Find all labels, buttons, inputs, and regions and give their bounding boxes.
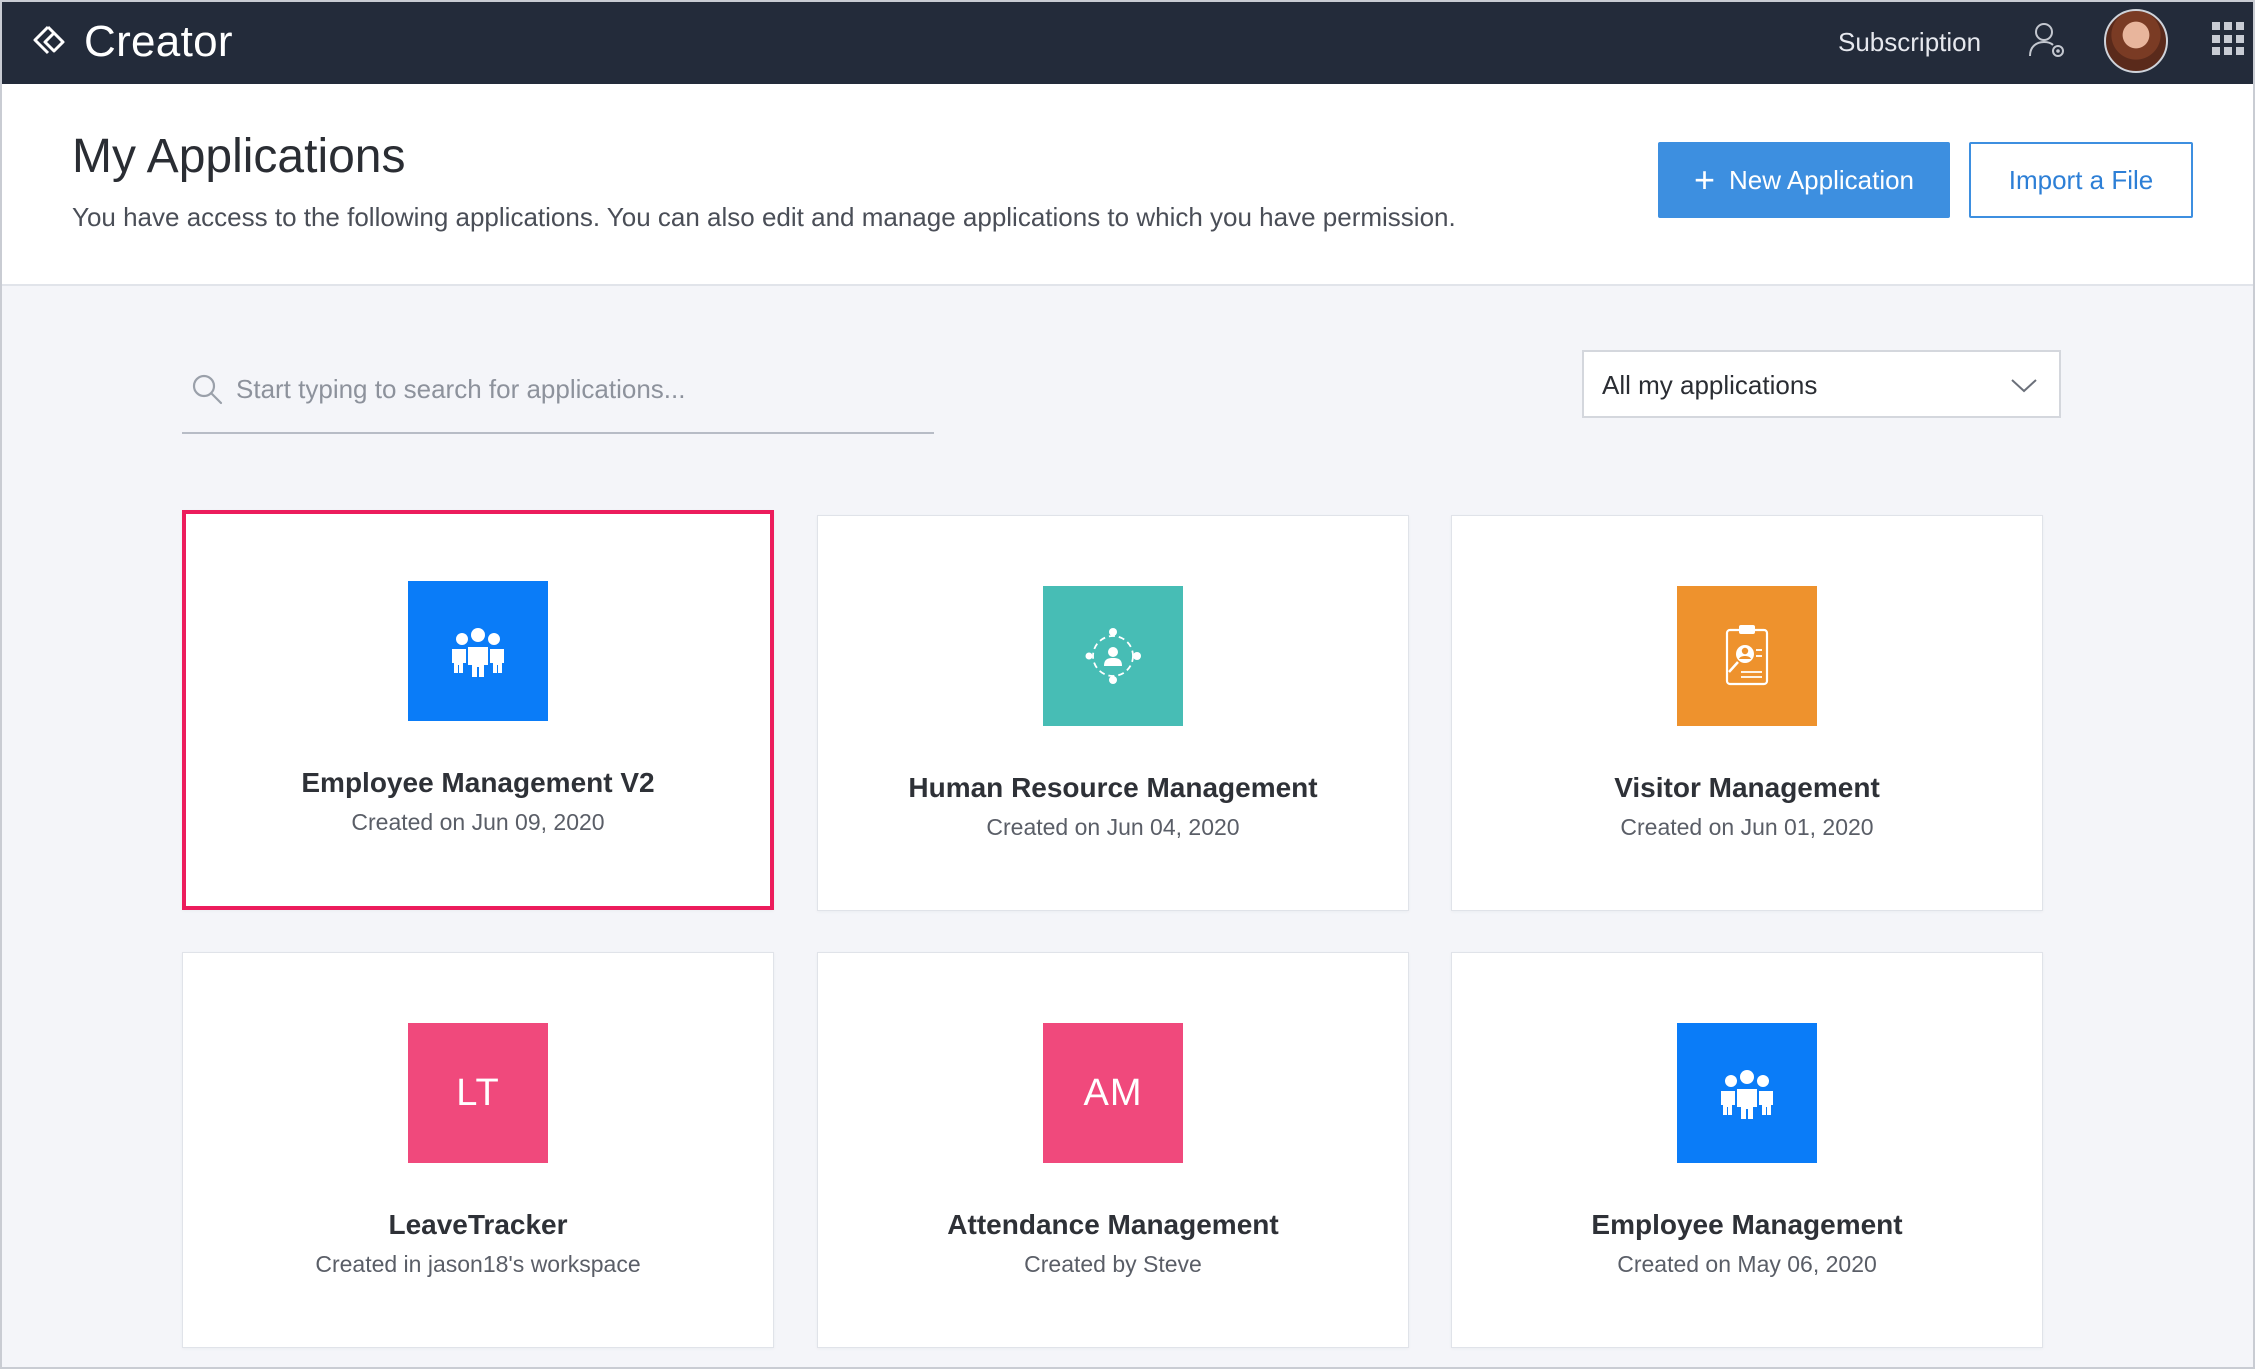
creator-logo-icon — [33, 25, 65, 55]
page-description: You have access to the following applica… — [72, 202, 1456, 232]
subscription-link[interactable]: Subscription — [1838, 22, 1981, 62]
hr-network-icon — [1085, 628, 1141, 684]
app-tile — [1677, 1023, 1817, 1163]
app-card-human-resource-management[interactable]: Human Resource Management Created on Jun… — [817, 515, 1409, 911]
brand-name: Creator — [84, 17, 233, 66]
people-group-icon — [452, 628, 504, 677]
app-name: Attendance Management — [947, 1209, 1279, 1240]
new-application-label: New Application — [1729, 164, 1915, 195]
search-input[interactable] — [236, 364, 916, 414]
app-tile: LT — [408, 1023, 548, 1163]
user-settings-icon[interactable] — [2026, 18, 2070, 62]
app-tile — [1677, 586, 1817, 726]
search-bar — [182, 354, 934, 434]
app-tile: AM — [1043, 1023, 1183, 1163]
app-card-employee-management[interactable]: Employee Management Created on May 06, 2… — [1451, 952, 2043, 1348]
app-name: Human Resource Management — [908, 772, 1318, 803]
app-name: Employee Management — [1591, 1209, 1903, 1240]
chevron-down-icon — [2011, 379, 2037, 393]
brand-logo[interactable]: Creator — [30, 16, 233, 68]
app-card-attendance-management[interactable]: AM Attendance Management Created by Stev… — [817, 952, 1409, 1348]
app-meta: Created in jason18's workspace — [315, 1251, 641, 1277]
plus-icon: + — [1693, 159, 1716, 200]
app-meta: Created by Steve — [1024, 1251, 1202, 1277]
app-card-leavetracker[interactable]: LT LeaveTracker Created in jason18's wor… — [182, 952, 774, 1348]
app-meta: Created on May 06, 2020 — [1617, 1251, 1877, 1277]
app-card-employee-management-v2[interactable]: Employee Management V2 Created on Jun 09… — [182, 510, 774, 910]
app-meta: Created on Jun 04, 2020 — [986, 814, 1240, 840]
app-tile — [1043, 586, 1183, 726]
app-tile — [408, 581, 548, 721]
app-name: Employee Management V2 — [301, 767, 655, 798]
search-icon — [192, 374, 223, 405]
page-header: My Applications You have access to the f… — [0, 84, 2255, 286]
app-meta: Created on Jun 09, 2020 — [351, 809, 605, 835]
visitor-clipboard-icon — [1725, 625, 1769, 686]
apps-grid-icon[interactable] — [2212, 22, 2246, 56]
page-title: My Applications — [72, 130, 406, 183]
import-file-button[interactable]: Import a File — [1969, 142, 2193, 218]
app-name: LeaveTracker — [388, 1209, 568, 1240]
app-card-visitor-management[interactable]: Visitor Management Created on Jun 01, 20… — [1451, 515, 2043, 911]
new-application-button[interactable]: + New Application — [1658, 142, 1950, 218]
people-group-icon — [1721, 1070, 1773, 1119]
app-name: Visitor Management — [1614, 772, 1880, 803]
filter-selected-value: All my applications — [1602, 370, 1818, 400]
application-filter-dropdown[interactable]: All my applications — [1582, 350, 2061, 418]
top-navigation-bar: Creator Subscription — [0, 0, 2255, 84]
app-meta: Created on Jun 01, 2020 — [1620, 814, 1874, 840]
user-avatar[interactable] — [2104, 9, 2168, 73]
